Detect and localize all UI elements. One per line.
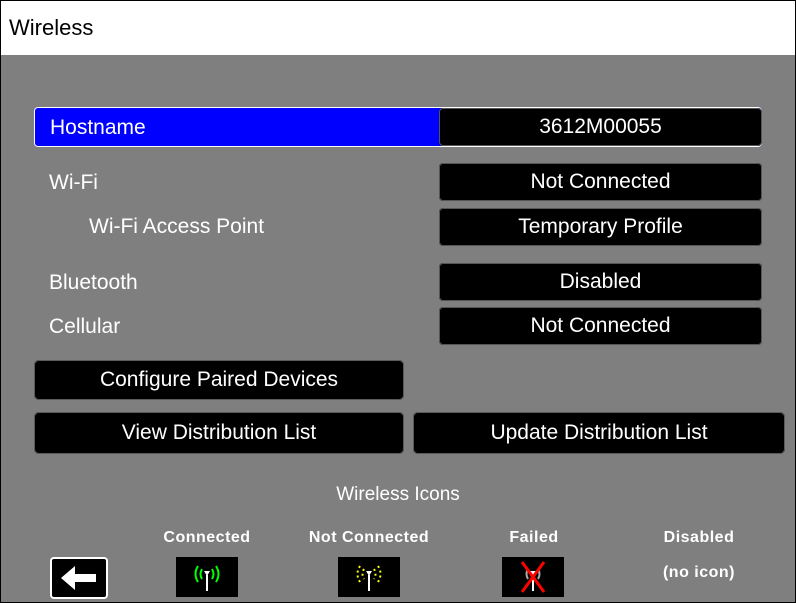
cellular-label: Cellular bbox=[49, 315, 121, 338]
wireless-connected-icon bbox=[176, 557, 238, 597]
wifi-access-point-value[interactable]: Temporary Profile bbox=[439, 208, 762, 246]
wifi-access-point-label: Wi-Fi Access Point bbox=[89, 215, 265, 238]
view-distribution-list-button[interactable]: View Distribution List bbox=[34, 412, 404, 454]
hostname-label: Hostname bbox=[50, 116, 146, 139]
back-button[interactable] bbox=[50, 557, 108, 599]
wireless-failed-icon bbox=[502, 557, 564, 597]
wireless-icons-title: Wireless Icons bbox=[336, 484, 460, 505]
left-arrow-icon bbox=[61, 566, 96, 590]
legend-connected-label: Connected bbox=[163, 529, 251, 546]
wifi-label: Wi-Fi bbox=[49, 171, 98, 194]
configure-paired-devices-button[interactable]: Configure Paired Devices bbox=[34, 360, 404, 400]
legend-disabled-label: Disabled bbox=[663, 529, 735, 546]
title-bar: Wireless bbox=[1, 1, 795, 55]
legend-failed-label: Failed bbox=[509, 529, 559, 546]
legend-not-connected-label: Not Connected bbox=[308, 529, 430, 546]
window-title: Wireless bbox=[9, 15, 94, 40]
update-distribution-list-button[interactable]: Update Distribution List bbox=[413, 412, 785, 454]
cellular-value[interactable]: Not Connected bbox=[439, 307, 762, 345]
bluetooth-value[interactable]: Disabled bbox=[439, 263, 762, 301]
wireless-not-connected-icon bbox=[338, 557, 400, 597]
wireless-window: Wireless Hostname 3612M00055 Wi-Fi Not C… bbox=[0, 0, 796, 603]
legend-disabled-no-icon: (no icon) bbox=[662, 564, 736, 581]
bluetooth-label: Bluetooth bbox=[49, 271, 138, 294]
wifi-value[interactable]: Not Connected bbox=[439, 163, 762, 201]
hostname-value[interactable]: 3612M00055 bbox=[439, 108, 762, 146]
